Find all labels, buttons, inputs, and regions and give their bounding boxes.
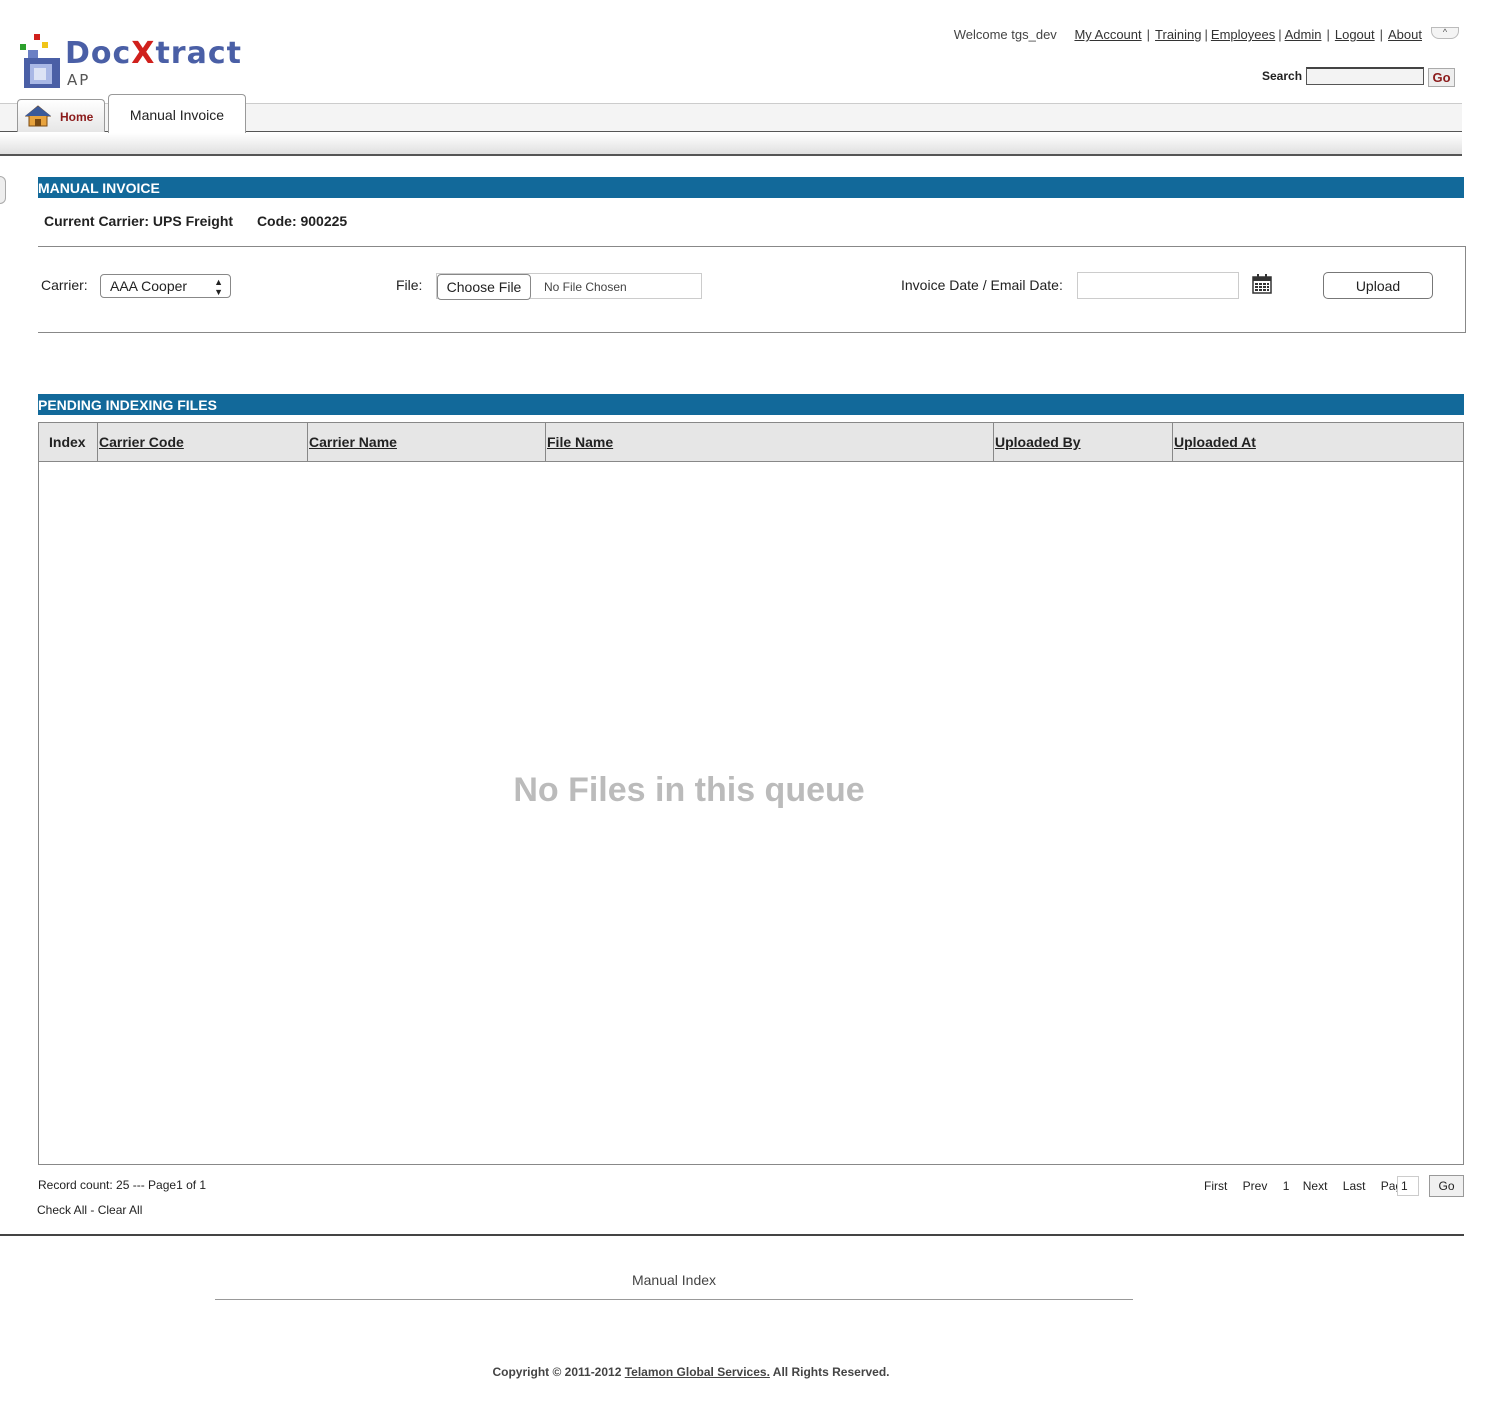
check-all-link[interactable]: Check All [37, 1203, 87, 1217]
manual-invoice-header: MANUAL INVOICE [38, 177, 1464, 198]
invoice-date-input[interactable] [1077, 272, 1239, 299]
copyright-prefix: Copyright © 2011-2012 [492, 1365, 622, 1379]
logo-subtitle: AP [67, 71, 91, 89]
welcome-text: Welcome tgs_dev [953, 27, 1057, 42]
footer-divider [0, 1234, 1464, 1236]
column-header-carrier-code[interactable]: Carrier Code [97, 423, 307, 462]
tab-home-label: Home [60, 110, 94, 124]
last-page-link[interactable]: Last [1343, 1179, 1366, 1193]
no-file-text: No File Chosen [544, 280, 627, 294]
next-page-link[interactable]: Next [1303, 1179, 1328, 1193]
header-collapse-button[interactable]: ^ [1431, 27, 1459, 39]
invoice-date-label: Invoice Date / Email Date: [901, 277, 1063, 293]
sort-carrier-code-link[interactable]: Carrier Code [99, 434, 184, 450]
carrier-code-text: Code: 900225 [256, 213, 348, 229]
page-number-link[interactable]: 1 [1283, 1179, 1290, 1193]
carrier-select[interactable]: AAA Cooper ▲ ▼ [100, 274, 231, 298]
footer-nav-divider [215, 1299, 1133, 1300]
table-header-row: Index Carrier Code Carrier Name File Nam… [39, 423, 1463, 462]
side-panel-handle[interactable] [0, 176, 6, 204]
pager-go-button[interactable]: Go [1429, 1175, 1464, 1197]
tab-home[interactable]: Home [17, 99, 105, 132]
current-carrier-text: Current Carrier: UPS Freight [44, 213, 234, 229]
column-header-uploaded-by[interactable]: Uploaded By [993, 423, 1172, 462]
my-account-link[interactable]: My Account [1074, 27, 1141, 42]
admin-link[interactable]: Admin [1285, 27, 1322, 42]
record-count: Record count: 25 --- Page1 of 1 [38, 1178, 207, 1192]
about-link[interactable]: About [1388, 27, 1422, 42]
top-nav-links: Welcome tgs_dev My Account | Training | Empl… [953, 27, 1422, 42]
check-links: Check All - Clear All [37, 1203, 143, 1217]
tab-manual-invoice[interactable]: Manual Invoice [108, 94, 246, 133]
first-page-link[interactable]: First [1204, 1179, 1227, 1193]
logo-x-text: X [131, 36, 156, 71]
file-label: File: [396, 277, 423, 293]
sort-uploaded-at-link[interactable]: Uploaded At [1174, 434, 1256, 450]
footer-nav: Manual Index [215, 1272, 1133, 1288]
pending-files-header: PENDING INDEXING FILES [38, 394, 1464, 415]
page-number-input[interactable]: 1 [1397, 1176, 1419, 1196]
sort-carrier-name-link[interactable]: Carrier Name [309, 434, 397, 450]
home-icon [25, 105, 51, 127]
column-header-uploaded-at[interactable]: Uploaded At [1172, 423, 1464, 462]
logo-tract-text: tract [155, 36, 242, 71]
manual-index-link[interactable]: Manual Index [632, 1272, 716, 1288]
sort-file-name-link[interactable]: File Name [547, 434, 613, 450]
logo-cube-icon [20, 34, 60, 88]
choose-file-button[interactable]: Choose File [437, 274, 531, 300]
logout-link[interactable]: Logout [1335, 27, 1375, 42]
column-header-carrier-name[interactable]: Carrier Name [307, 423, 545, 462]
current-carrier-info: Current Carrier: UPS Freight Code: 90022… [44, 213, 347, 229]
carrier-select-value: AAA Cooper [110, 278, 188, 294]
search-label: Search [1262, 69, 1303, 83]
prev-page-link[interactable]: Prev [1243, 1179, 1268, 1193]
training-link[interactable]: Training [1155, 27, 1201, 42]
file-input[interactable]: Choose File No File Chosen [436, 273, 702, 300]
sub-nav-strip [0, 133, 1462, 156]
select-arrows-icon: ▲ ▼ [214, 277, 223, 297]
docxtract-logo: DocXtract AP [18, 32, 258, 92]
empty-queue-message: No Files in this queue [513, 771, 865, 809]
column-header-file-name[interactable]: File Name [545, 423, 993, 462]
copyright-suffix: All Rights Reserved. [772, 1365, 890, 1379]
logo-doc-text: Doc [65, 36, 132, 71]
calendar-icon[interactable] [1252, 274, 1272, 294]
search-input[interactable] [1306, 67, 1424, 85]
copyright: Copyright © 2011-2012 Telamon Global Ser… [0, 1365, 1382, 1379]
search-go-button[interactable]: Go [1428, 68, 1455, 87]
column-header-index: Index [49, 434, 86, 450]
clear-all-link[interactable]: Clear All [98, 1203, 143, 1217]
company-link[interactable]: Telamon Global Services. [625, 1365, 770, 1379]
employees-link[interactable]: Employees [1211, 27, 1275, 42]
sort-uploaded-by-link[interactable]: Uploaded By [995, 434, 1081, 450]
pending-files-table: Index Carrier Code Carrier Name File Nam… [38, 422, 1464, 1165]
pagination: First Prev 1 Next Last Page [1204, 1179, 1421, 1193]
upload-button[interactable]: Upload [1323, 272, 1433, 299]
carrier-label: Carrier: [41, 277, 88, 293]
